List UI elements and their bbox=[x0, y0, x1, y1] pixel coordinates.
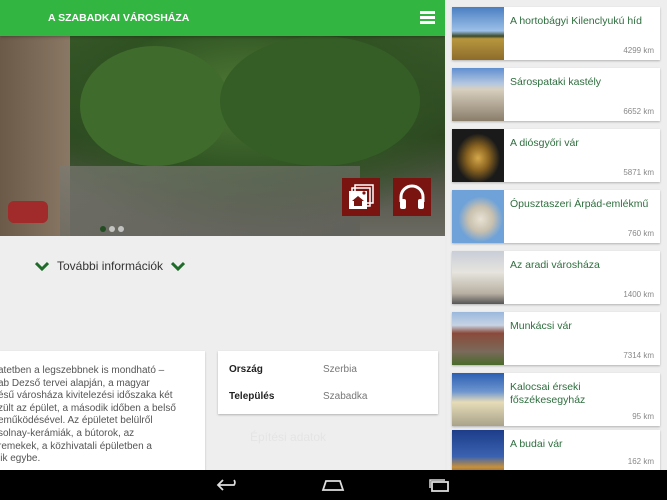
list-item[interactable]: Ópusztaszeri Árpád-emlékmű 760 km bbox=[452, 190, 660, 243]
photo-tree bbox=[220, 36, 420, 166]
hamburger-icon[interactable] bbox=[420, 11, 435, 24]
place-title: Az aradi városháza bbox=[510, 259, 600, 271]
audio-guide-button[interactable] bbox=[393, 178, 431, 216]
place-distance: 760 km bbox=[627, 229, 654, 238]
list-item[interactable]: A diósgyőri vár 5871 km bbox=[452, 129, 660, 182]
place-thumbnail bbox=[452, 7, 504, 60]
list-item[interactable]: Sárospataki kastély 6652 km bbox=[452, 68, 660, 121]
pagination-dot[interactable] bbox=[118, 226, 124, 232]
gallery-pagination bbox=[100, 226, 124, 232]
place-distance: 5871 km bbox=[623, 168, 654, 177]
place-distance: 1400 km bbox=[623, 290, 654, 299]
pagination-dot[interactable] bbox=[109, 226, 115, 232]
recent-apps-icon[interactable] bbox=[427, 478, 451, 492]
place-distance: 7314 km bbox=[623, 351, 654, 360]
info-card: Ország Szerbia Település Szabadka bbox=[218, 351, 438, 414]
places-list[interactable]: A hortobágyi Kilenclyukú híd 4299 km Sáro… bbox=[447, 0, 667, 470]
photo-tree bbox=[80, 46, 230, 166]
chevron-down-icon bbox=[171, 261, 186, 271]
list-item[interactable]: A hortobágyi Kilenclyukú híd 4299 km bbox=[452, 7, 660, 60]
building-data-heading: Építési adatok bbox=[250, 430, 327, 444]
app-bar: A SZABADKAI VÁROSHÁZA bbox=[0, 0, 445, 36]
gallery-home-icon bbox=[349, 184, 374, 209]
info-row-settlement: Település Szabadka bbox=[229, 391, 368, 402]
place-title: A diósgyőri vár bbox=[510, 137, 579, 149]
photo-gallery[interactable] bbox=[0, 36, 445, 236]
list-item[interactable]: A budai vár 162 km bbox=[452, 430, 660, 470]
system-nav-bar bbox=[0, 470, 667, 500]
gallery-button[interactable] bbox=[342, 178, 380, 216]
list-item[interactable]: Az aradi városháza 1400 km bbox=[452, 251, 660, 304]
pagination-dot[interactable] bbox=[100, 226, 106, 232]
photo-car bbox=[8, 201, 48, 223]
headphones-icon bbox=[399, 184, 425, 209]
description-card: atetben a legszebbnek is mondható – ab D… bbox=[0, 351, 205, 470]
place-thumbnail bbox=[452, 129, 504, 182]
place-thumbnail bbox=[452, 251, 504, 304]
place-title: Ópusztaszeri Árpád-emlékmű bbox=[510, 198, 649, 210]
place-title: A hortobágyi Kilenclyukú híd bbox=[510, 15, 642, 27]
home-icon[interactable] bbox=[321, 478, 345, 492]
more-info-toggle[interactable]: További információk bbox=[35, 259, 186, 273]
detail-panel: A SZABADKAI VÁROSHÁZA További információ… bbox=[0, 0, 445, 470]
back-icon[interactable] bbox=[216, 478, 240, 492]
info-row-country: Ország Szerbia bbox=[229, 364, 357, 375]
place-title: A budai vár bbox=[510, 438, 563, 450]
place-title: Sárospataki kastély bbox=[510, 76, 602, 88]
place-distance: 95 km bbox=[632, 412, 654, 421]
place-distance: 6652 km bbox=[623, 107, 654, 116]
more-info-label: További információk bbox=[57, 259, 164, 273]
place-distance: 4299 km bbox=[623, 46, 654, 55]
place-thumbnail bbox=[452, 68, 504, 121]
chevron-down-icon bbox=[35, 261, 49, 271]
place-distance: 162 km bbox=[627, 457, 654, 466]
place-thumbnail bbox=[452, 373, 504, 426]
place-title: Kalocsai érseki főszékesegyház bbox=[510, 381, 586, 406]
page-title: A SZABADKAI VÁROSHÁZA bbox=[48, 12, 190, 24]
place-thumbnail bbox=[452, 312, 504, 365]
list-item[interactable]: Munkácsi vár 7314 km bbox=[452, 312, 660, 365]
description-text: atetben a legszebbnek is mondható – ab D… bbox=[0, 365, 176, 465]
place-title: Munkácsi vár bbox=[510, 320, 572, 332]
list-item[interactable]: Kalocsai érseki főszékesegyház 95 km bbox=[452, 373, 660, 426]
place-thumbnail bbox=[452, 190, 504, 243]
place-thumbnail bbox=[452, 430, 504, 470]
